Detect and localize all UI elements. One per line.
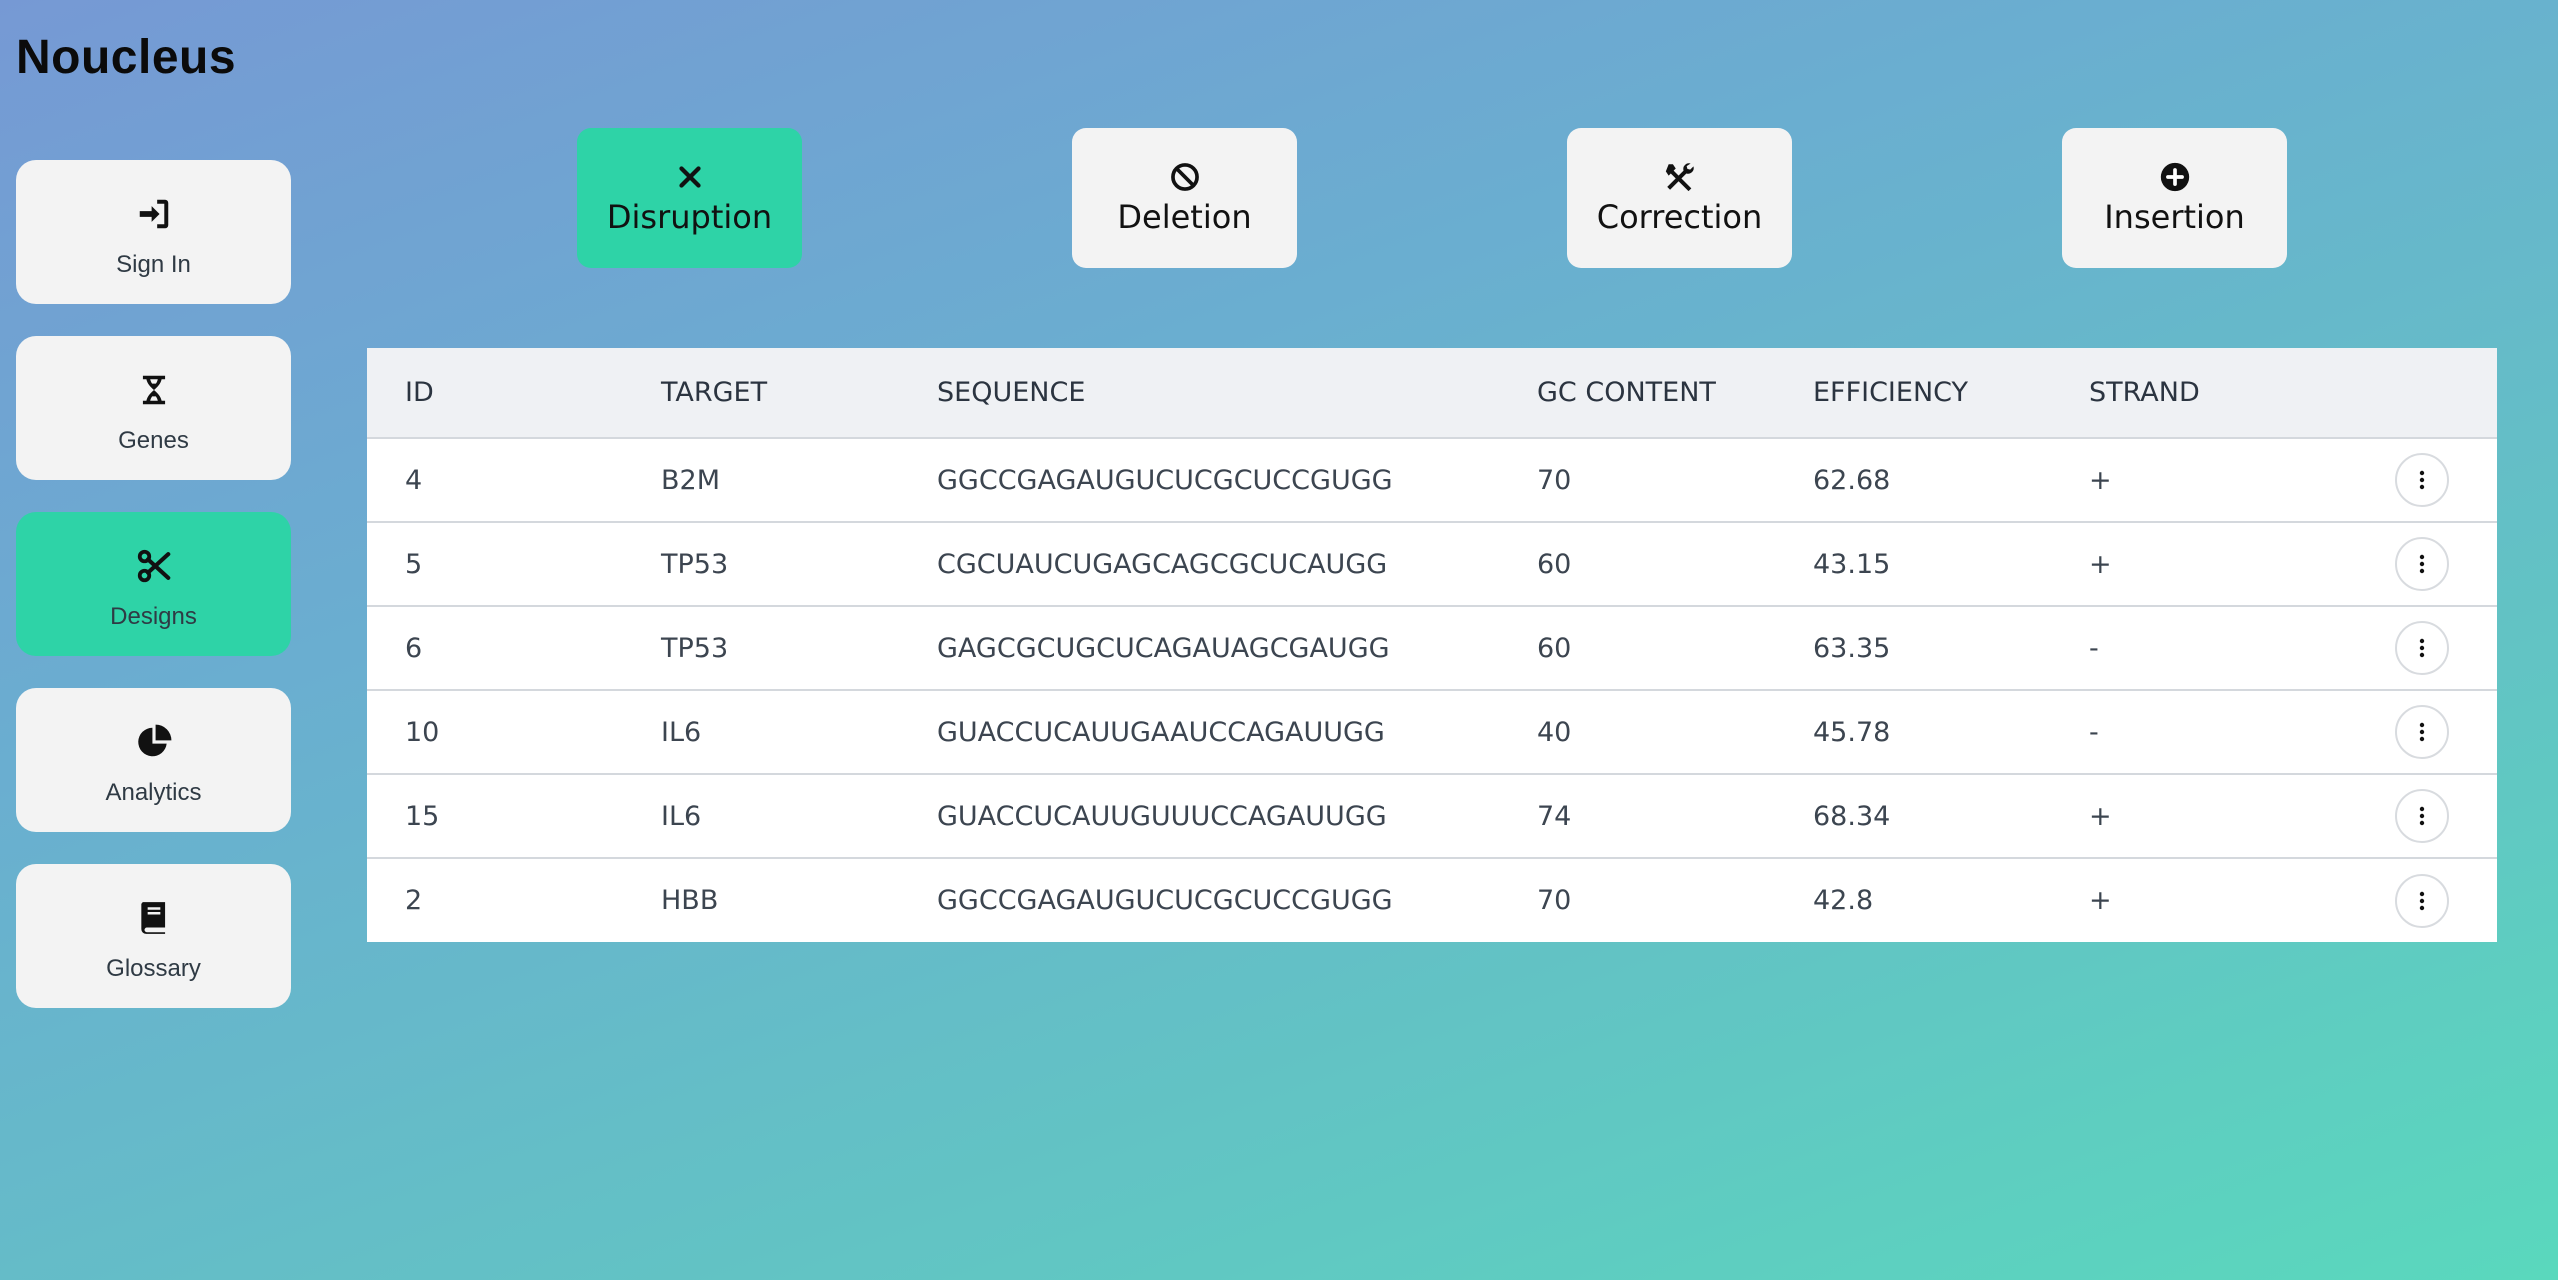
- table-row[interactable]: 4 B2M GGCCGAGAUGUCUCGCUCCGUGG 70 62.68 +: [367, 438, 2497, 522]
- table-row[interactable]: 15 IL6 GUACCUCAUUGUUUCCAGAUUGG 74 68.34 …: [367, 774, 2497, 858]
- sidebar-item-genes[interactable]: Genes: [16, 336, 291, 480]
- tools-icon: [1665, 163, 1694, 192]
- row-menu-button[interactable]: [2395, 453, 2449, 507]
- cell-strand: +: [2089, 464, 2112, 496]
- cell-id: 10: [405, 716, 440, 748]
- cell-efficiency: 62.68: [1813, 464, 1891, 496]
- x-icon: [678, 166, 701, 188]
- column-header-efficiency[interactable]: EFFICIENCY: [1775, 348, 2051, 438]
- cell-sequence: GUACCUCAUUGUUUCCAGAUUGG: [937, 800, 1387, 832]
- cell-efficiency: 42.8: [1813, 885, 1874, 916]
- disruption-button[interactable]: Disruption: [577, 128, 802, 268]
- sidebar-item-label: Genes: [118, 427, 189, 454]
- cell-efficiency: 43.15: [1813, 548, 1891, 580]
- row-menu-button[interactable]: [2395, 537, 2449, 591]
- cell-id: 6: [405, 632, 423, 664]
- cell-gc-content: 70: [1537, 464, 1572, 496]
- cell-sequence: GGCCGAGAUGUCUCGCUCCGUGG: [937, 464, 1393, 496]
- table-header-row: ID TARGET SEQUENCE GC CONTENT EFFICIENCY…: [367, 348, 2497, 438]
- correction-button[interactable]: Correction: [1567, 128, 1792, 268]
- more-vertical-icon: [2419, 806, 2425, 826]
- cell-gc-content: 60: [1537, 548, 1572, 580]
- sidebar-item-label: Analytics: [105, 779, 202, 806]
- sidebar-item-glossary[interactable]: Glossary: [16, 864, 291, 1008]
- plus-circle-icon: [2160, 162, 2189, 192]
- cell-sequence: CGCUAUCUGAGCAGCGCUCAUGG: [937, 548, 1388, 580]
- cell-actions: [2327, 522, 2497, 606]
- cell-target: HBB: [661, 885, 719, 916]
- column-header-strand[interactable]: STRAND: [2051, 348, 2327, 438]
- cell-actions: [2327, 858, 2497, 942]
- row-menu-button[interactable]: [2395, 873, 2449, 928]
- more-vertical-icon: [2419, 722, 2425, 742]
- cell-id: 2: [405, 885, 423, 916]
- cell-sequence: GGCCGAGAUGUCUCGCUCCGUGG: [937, 885, 1393, 916]
- pie-chart-icon: [137, 724, 171, 757]
- disruption-label: Disruption: [606, 198, 773, 236]
- cell-target: IL6: [661, 800, 702, 832]
- table-row[interactable]: 5 TP53 CGCUAUCUGAGCAGCGCUCAUGG 60 43.15 …: [367, 522, 2497, 606]
- cell-strand: -: [2089, 716, 2099, 748]
- sidebar-item-sign-in[interactable]: Sign In: [16, 160, 291, 304]
- table-row[interactable]: 2 HBB GGCCGAGAUGUCUCGCUCCGUGG 70 42.8 +: [367, 858, 2497, 942]
- insertion-label: Insertion: [2104, 198, 2245, 236]
- column-header-gc-content[interactable]: GC CONTENT: [1499, 348, 1775, 438]
- cell-id: 5: [405, 548, 423, 580]
- cell-target: TP53: [661, 548, 729, 580]
- cell-efficiency: 45.78: [1813, 716, 1891, 748]
- sidebar-item-analytics[interactable]: Analytics: [16, 688, 291, 832]
- sidebar-item-label: Sign In: [116, 251, 191, 278]
- cell-strand: +: [2089, 885, 2112, 916]
- column-header-target[interactable]: TARGET: [623, 348, 899, 438]
- row-menu-button[interactable]: [2395, 789, 2449, 843]
- table-row[interactable]: 6 TP53 GAGCGCUGCUCAGAUAGCGAUGG 60 63.35 …: [367, 606, 2497, 690]
- row-menu-button[interactable]: [2395, 705, 2449, 759]
- book-icon: [140, 902, 165, 934]
- cell-actions: [2327, 606, 2497, 690]
- cell-actions: [2327, 774, 2497, 858]
- deletion-label: Deletion: [1117, 198, 1252, 236]
- more-vertical-icon: [2419, 554, 2425, 574]
- deletion-button[interactable]: Deletion: [1072, 128, 1297, 268]
- cell-sequence: GAGCGCUGCUCAGAUAGCGAUGG: [937, 632, 1390, 664]
- sidebar: Sign In Genes Designs Analytics Glossary: [16, 160, 291, 1040]
- insertion-button[interactable]: Insertion: [2062, 128, 2287, 268]
- cell-gc-content: 60: [1537, 632, 1572, 664]
- more-vertical-icon: [2419, 638, 2425, 658]
- cell-gc-content: 70: [1537, 885, 1572, 916]
- more-vertical-icon: [2419, 891, 2425, 910]
- more-vertical-icon: [2419, 470, 2425, 490]
- edit-mode-selector: Disruption Deletion Correction Insertion: [577, 128, 2287, 268]
- cell-target: B2M: [661, 464, 720, 496]
- cell-actions: [2327, 690, 2497, 774]
- cell-strand: +: [2089, 548, 2112, 580]
- cell-strand: -: [2089, 632, 2099, 664]
- cell-efficiency: 68.34: [1813, 800, 1891, 832]
- cell-actions: [2327, 438, 2497, 522]
- table-row[interactable]: 10 IL6 GUACCUCAUUGAAUCCAGAUUGG 40 45.78 …: [367, 690, 2497, 774]
- scissors-icon: [137, 549, 170, 583]
- correction-label: Correction: [1596, 198, 1763, 236]
- cell-target: IL6: [661, 716, 702, 748]
- ban-icon: [1170, 163, 1199, 191]
- dna-icon: [142, 375, 165, 405]
- designs-table: ID TARGET SEQUENCE GC CONTENT EFFICIENCY…: [367, 348, 2497, 942]
- cell-gc-content: 74: [1537, 800, 1572, 832]
- column-header-actions: [2327, 348, 2497, 438]
- row-menu-button[interactable]: [2395, 621, 2449, 675]
- sidebar-item-label: Glossary: [106, 955, 201, 982]
- sign-in-icon: [139, 199, 168, 229]
- cell-sequence: GUACCUCAUUGAAUCCAGAUUGG: [937, 716, 1385, 748]
- cell-strand: +: [2089, 800, 2112, 832]
- sidebar-item-label: Designs: [110, 603, 197, 630]
- cell-efficiency: 63.35: [1813, 632, 1891, 664]
- column-header-sequence[interactable]: SEQUENCE: [899, 348, 1499, 438]
- cell-target: TP53: [661, 632, 729, 664]
- sidebar-item-designs[interactable]: Designs: [16, 512, 291, 656]
- cell-id: 15: [405, 800, 440, 832]
- column-header-id[interactable]: ID: [367, 348, 623, 438]
- cell-gc-content: 40: [1537, 716, 1572, 748]
- cell-id: 4: [405, 464, 423, 496]
- app-title: Noucleus: [16, 31, 237, 84]
